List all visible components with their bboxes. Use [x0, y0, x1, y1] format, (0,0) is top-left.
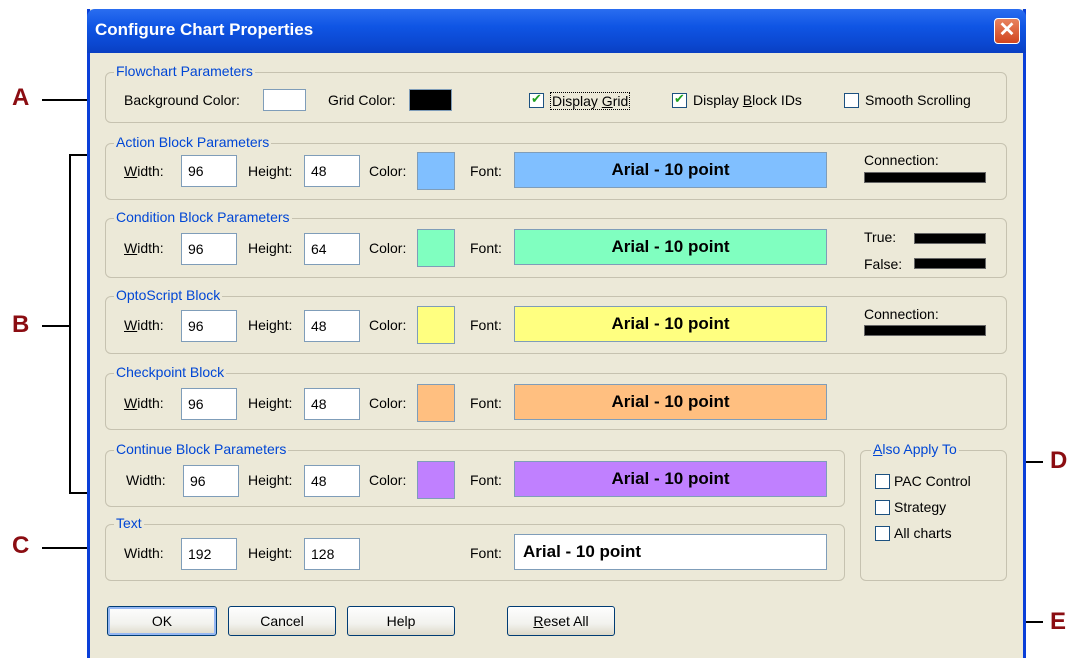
display-grid-label[interactable]: Display Grid [550, 92, 631, 110]
optoscript-width-label: Width: [124, 317, 164, 333]
checkpoint-width-input[interactable]: 96 [181, 388, 237, 420]
action-color-label: Color: [369, 163, 407, 179]
continue-font-label: Font: [470, 472, 502, 488]
optoscript-height-label: Height: [248, 317, 293, 333]
grid-color-label: Grid Color: [328, 92, 396, 108]
checkpoint-height-input[interactable]: 48 [304, 388, 360, 420]
checkpoint-color-label: Color: [369, 395, 407, 411]
continue-width-input[interactable]: 96 [183, 465, 239, 497]
optoscript-block-legend: OptoScript Block [114, 287, 223, 303]
all-charts-label[interactable]: All charts [894, 525, 952, 541]
display-block-ids-checkbox[interactable] [672, 91, 687, 108]
callout-b-line [42, 325, 70, 327]
strategy-label[interactable]: Strategy [894, 499, 946, 515]
condition-height-label: Height: [248, 240, 293, 256]
optoscript-color-swatch[interactable] [417, 306, 455, 344]
background-color-label: Background Color: [124, 92, 240, 108]
action-height-label: Height: [248, 163, 293, 179]
condition-color-swatch[interactable] [417, 229, 455, 267]
callout-d: D [1050, 447, 1068, 474]
condition-block-legend: Condition Block Parameters [114, 209, 292, 225]
ok-button[interactable]: OK [107, 606, 217, 636]
condition-font-button[interactable]: Arial - 10 point [514, 229, 827, 265]
optoscript-font-button[interactable]: Arial - 10 point [514, 306, 827, 342]
checkpoint-font-label: Font: [470, 395, 502, 411]
optoscript-height-input[interactable]: 48 [304, 310, 360, 342]
text-width-label: Width: [124, 545, 164, 561]
action-height-input[interactable]: 48 [304, 155, 360, 187]
dialog-title: Configure Chart Properties [95, 20, 314, 39]
callout-a: A [12, 84, 30, 111]
continue-height-label: Height: [248, 472, 293, 488]
continue-height-input[interactable]: 48 [304, 465, 360, 497]
callout-b: B [12, 311, 30, 338]
close-icon[interactable]: ✕ [994, 18, 1020, 44]
optoscript-connection-label: Connection: [864, 306, 939, 322]
action-font-label: Font: [470, 163, 502, 179]
condition-width-input[interactable]: 96 [181, 233, 237, 265]
text-height-input[interactable]: 128 [304, 538, 360, 570]
smooth-scrolling-checkbox[interactable] [844, 93, 859, 108]
condition-true-label: True: [864, 229, 897, 245]
display-grid-checkbox[interactable] [529, 91, 544, 108]
cancel-button[interactable]: Cancel [228, 606, 336, 636]
condition-height-input[interactable]: 64 [304, 233, 360, 265]
reset-all-button[interactable]: Reset All [507, 606, 615, 636]
action-width-input[interactable]: 96 [181, 155, 237, 187]
display-block-ids-label[interactable]: Display Block IDs [693, 92, 802, 108]
action-font-button[interactable]: Arial - 10 point [514, 152, 827, 188]
condition-false-line-swatch[interactable] [914, 258, 986, 269]
text-font-label: Font: [470, 545, 502, 561]
strategy-checkbox[interactable] [875, 500, 890, 515]
pac-control-checkbox[interactable] [875, 474, 890, 489]
optoscript-connection-line-swatch[interactable] [864, 325, 986, 336]
optoscript-color-label: Color: [369, 317, 407, 333]
flowchart-parameters-legend: Flowchart Parameters [114, 63, 255, 79]
condition-true-line-swatch[interactable] [914, 233, 986, 244]
pac-control-label[interactable]: PAC Control [894, 473, 971, 489]
continue-color-label: Color: [369, 472, 407, 488]
continue-color-swatch[interactable] [417, 461, 455, 499]
callout-e: E [1050, 608, 1067, 635]
condition-color-label: Color: [369, 240, 407, 256]
checkpoint-width-label: Width: [124, 395, 164, 411]
optoscript-width-input[interactable]: 96 [181, 310, 237, 342]
condition-width-label: Width: [124, 240, 164, 256]
checkpoint-font-button[interactable]: Arial - 10 point [514, 384, 827, 420]
continue-block-legend: Continue Block Parameters [114, 441, 289, 457]
smooth-scrolling-label[interactable]: Smooth Scrolling [865, 92, 971, 108]
action-connection-line-swatch[interactable] [864, 172, 986, 183]
continue-font-button[interactable]: Arial - 10 point [514, 461, 827, 497]
checkpoint-height-label: Height: [248, 395, 293, 411]
action-connection-label: Connection: [864, 152, 939, 168]
callout-b-bracket [69, 154, 71, 494]
continue-width-label: Width: [126, 472, 166, 488]
help-button[interactable]: Help [347, 606, 455, 636]
also-apply-to-legend: Also Apply To [871, 441, 959, 457]
title-bar[interactable]: Configure Chart Properties ✕ [87, 9, 1026, 53]
text-legend: Text [114, 515, 144, 531]
grid-color-swatch[interactable] [409, 89, 452, 111]
also-apply-to-group: Also Apply To [860, 441, 1007, 581]
action-width-label: Width: [124, 163, 164, 179]
optoscript-font-label: Font: [470, 317, 502, 333]
all-charts-checkbox[interactable] [875, 526, 890, 541]
text-width-input[interactable]: 192 [181, 538, 237, 570]
condition-font-label: Font: [470, 240, 502, 256]
checkpoint-color-swatch[interactable] [417, 384, 455, 422]
action-color-swatch[interactable] [417, 152, 455, 190]
background-color-swatch[interactable] [263, 89, 306, 111]
condition-false-label: False: [864, 256, 903, 272]
action-block-legend: Action Block Parameters [114, 134, 272, 150]
callout-c: C [12, 532, 30, 559]
text-font-button[interactable]: Arial - 10 point [514, 534, 827, 570]
checkpoint-block-legend: Checkpoint Block [114, 364, 227, 380]
text-height-label: Height: [248, 545, 293, 561]
